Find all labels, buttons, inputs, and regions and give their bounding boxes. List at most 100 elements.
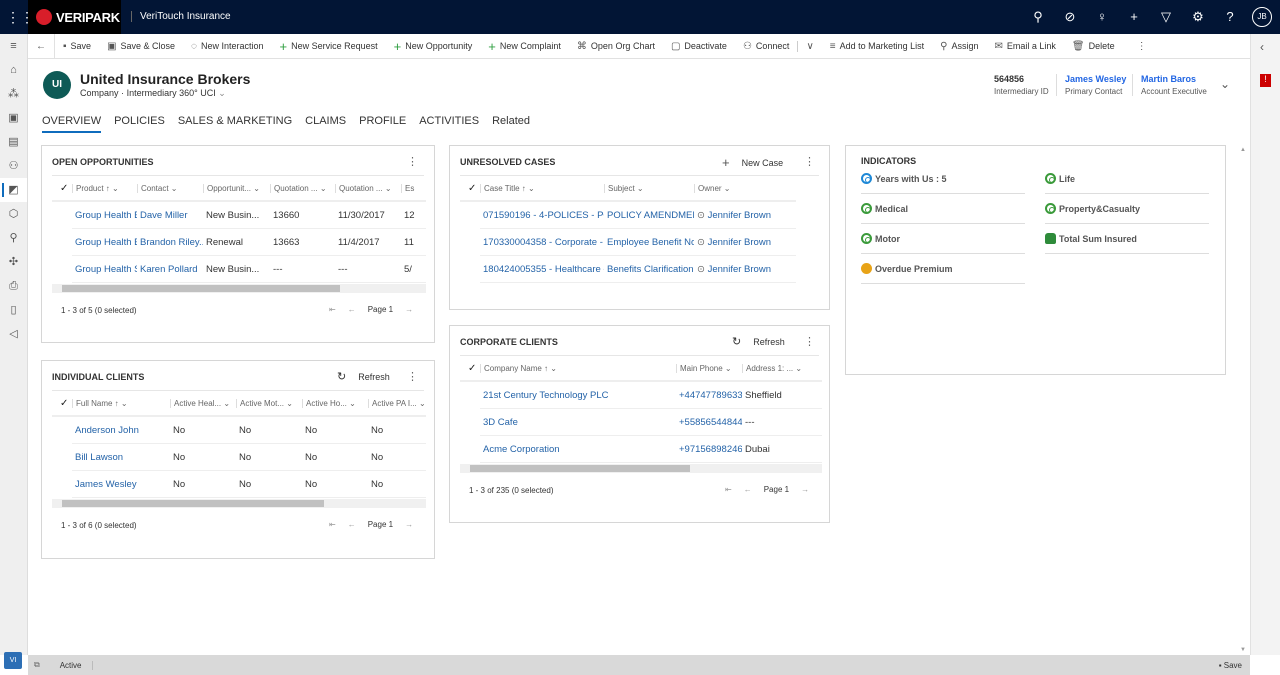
chevron-down-button[interactable]: ∨ (798, 41, 821, 52)
table-row[interactable]: Anderson John No No No No (72, 417, 426, 444)
horizontal-scrollbar[interactable] (52, 499, 426, 508)
tab-profile[interactable]: PROFILE (359, 115, 406, 133)
previous-page-icon[interactable]: ← (744, 485, 752, 494)
chevron-down-icon[interactable]: ⌄ (793, 364, 802, 373)
table-row[interactable]: 3D Cafe +55856544844 --- (480, 409, 822, 436)
more-options-icon[interactable]: ⋮ (804, 155, 815, 168)
column-header[interactable]: Es (401, 183, 426, 193)
cell-link[interactable]: 071590196 - 4-POLICES - PO (483, 210, 604, 221)
table-row[interactable]: 071590196 - 4-POLICES - PO POLICY AMENDME… (480, 202, 796, 229)
open-org-chart-button[interactable]: ⌘ Open Org Chart (569, 41, 663, 52)
chevron-down-icon[interactable]: ⌄ (635, 184, 644, 193)
area-switcher[interactable]: VI (4, 652, 22, 669)
cell-link[interactable]: Acme Corporation (483, 444, 560, 455)
previous-page-icon[interactable]: ← (348, 305, 356, 314)
refresh-button[interactable]: ↻ Refresh (732, 335, 785, 348)
chevron-down-icon[interactable]: ⌄ (110, 184, 119, 193)
column-header[interactable]: Active PA I... ⌄ (368, 398, 426, 408)
first-page-icon[interactable]: ⇤ (725, 485, 732, 494)
more-button[interactable]: ⋮ (1129, 41, 1155, 52)
account-executive-link[interactable]: Martin Baros (1141, 74, 1207, 84)
expand-header-chevron-icon[interactable]: ⌄ (1220, 77, 1230, 91)
select-all-checkbox[interactable]: ✓ (460, 183, 480, 194)
column-header[interactable]: Company Name ↑ ⌄ (480, 363, 676, 373)
back-button[interactable]: ← (28, 33, 55, 59)
next-page-icon[interactable]: → (405, 520, 413, 529)
puzzle-icon[interactable]: ✣ (0, 250, 27, 274)
column-header[interactable]: Active Mot... ⌄ (236, 398, 302, 408)
cell-link[interactable]: Jennifer Brown (708, 264, 771, 275)
new-complaint-button[interactable]: + New Complaint (480, 39, 569, 54)
deactivate-button[interactable]: ▢ Deactivate (663, 41, 735, 52)
printer-icon[interactable]: ⎙ (0, 274, 27, 298)
home-icon[interactable]: ⌂ (0, 58, 27, 82)
document-icon[interactable]: ▯ (0, 298, 27, 322)
column-header[interactable]: Address 1: ... ⌄ (742, 363, 804, 373)
delete-button[interactable]: 🗑 Delete (1064, 41, 1123, 52)
chevron-down-icon[interactable]: ⌄ (417, 399, 426, 408)
column-header[interactable]: Active Ho... ⌄ (302, 398, 368, 408)
chevron-down-icon[interactable]: ⌄ (251, 184, 260, 193)
hamburger-menu-icon[interactable]: ≡ (0, 34, 27, 58)
indicator-item[interactable]: Property&Casualty (1045, 194, 1209, 224)
user-avatar[interactable]: JB (1252, 7, 1272, 27)
collapse-panel-icon[interactable]: ‹ (1260, 40, 1264, 54)
gear-icon[interactable]: ⚙ (1182, 7, 1214, 27)
cell-link[interactable]: Benefits Clarification. (607, 264, 694, 275)
next-page-icon[interactable]: → (801, 485, 809, 494)
table-row[interactable]: Acme Corporation +97156898246 Dubai (480, 436, 822, 463)
table-row[interactable]: 180424005355 - Healthcare - Benefits Clar… (480, 256, 796, 283)
help-icon[interactable]: ? (1214, 7, 1246, 27)
first-page-icon[interactable]: ⇤ (329, 520, 336, 529)
cell-link[interactable]: Group Health S (75, 264, 137, 275)
chevron-down-icon[interactable]: ⌄ (548, 364, 557, 373)
select-all-checkbox[interactable]: ✓ (52, 183, 72, 194)
first-page-icon[interactable]: ⇤ (329, 305, 336, 314)
column-header[interactable]: Active Heal... ⌄ (170, 398, 236, 408)
column-header[interactable]: Product ↑ ⌄ (72, 183, 137, 193)
column-header[interactable]: Case Title ↑ ⌄ (480, 183, 604, 193)
table-row[interactable]: Group Health S Karen Pollard New Busin... -… (72, 256, 426, 283)
task-icon[interactable]: ⊘ (1054, 7, 1086, 27)
refresh-button[interactable]: ↻ Refresh (337, 370, 390, 383)
indicator-item[interactable]: Motor (861, 224, 1025, 254)
checklist-icon[interactable]: ▤ (0, 130, 27, 154)
chevron-down-icon[interactable]: ⌄ (119, 399, 128, 408)
cell-link[interactable]: +97156898246 (679, 444, 742, 455)
horizontal-scrollbar[interactable] (460, 464, 822, 473)
table-row[interactable]: 21st Century Technology PLC +44747789633 S… (480, 382, 822, 409)
cell-link[interactable]: Jennifer Brown (708, 237, 771, 248)
table-row[interactable]: Group Health E Brandon Riley... Renewal 136… (72, 229, 426, 256)
indicator-item[interactable]: Medical (861, 194, 1025, 224)
chevron-down-icon[interactable]: ⌄ (347, 399, 356, 408)
save-close-button[interactable]: ▣ Save & Close (99, 41, 183, 52)
filter-icon[interactable]: ▽ (1150, 7, 1182, 27)
app-name[interactable]: VeriTouch Insurance (131, 11, 231, 22)
previous-page-icon[interactable]: ← (348, 520, 356, 529)
megaphone-icon[interactable]: ◁ (0, 322, 27, 346)
cell-link[interactable]: Bill Lawson (75, 452, 123, 463)
clipboard-icon[interactable]: ▣ (0, 106, 27, 130)
horizontal-scrollbar[interactable] (52, 284, 426, 293)
primary-contact-link[interactable]: James Wesley (1065, 74, 1126, 84)
cell-link[interactable]: Group Health E (75, 237, 137, 248)
status-save-button[interactable]: ▪ Save (1219, 661, 1242, 670)
column-header[interactable]: Contact ⌄ (137, 183, 203, 193)
plus-icon[interactable]: + (1118, 7, 1150, 27)
cell-link[interactable]: 170330004358 - Corporate - (483, 237, 603, 248)
vertical-scrollbar[interactable]: ▲ ▼ (1238, 145, 1248, 655)
new-service-request-button[interactable]: + New Service Request (272, 39, 386, 54)
indicator-item[interactable]: Total Sum Insured (1045, 224, 1209, 254)
more-options-icon[interactable]: ⋮ (407, 370, 418, 383)
tab-policies[interactable]: POLICIES (114, 115, 165, 133)
cell-link[interactable]: +55856544844 (679, 417, 742, 428)
table-row[interactable]: James Wesley No No No No (72, 471, 426, 498)
person-icon[interactable]: ⚇ (0, 154, 27, 178)
chevron-down-icon[interactable]: ⌄ (218, 88, 226, 98)
cell-link[interactable]: Dave Miller (140, 210, 188, 221)
cell-link[interactable]: POLICY AMENDMENT (607, 210, 694, 221)
tab-overview[interactable]: OVERVIEW (42, 115, 102, 133)
next-page-icon[interactable]: → (405, 305, 413, 314)
cell-link[interactable]: Group Health E (75, 210, 137, 221)
chevron-down-icon[interactable]: ⌄ (318, 184, 327, 193)
